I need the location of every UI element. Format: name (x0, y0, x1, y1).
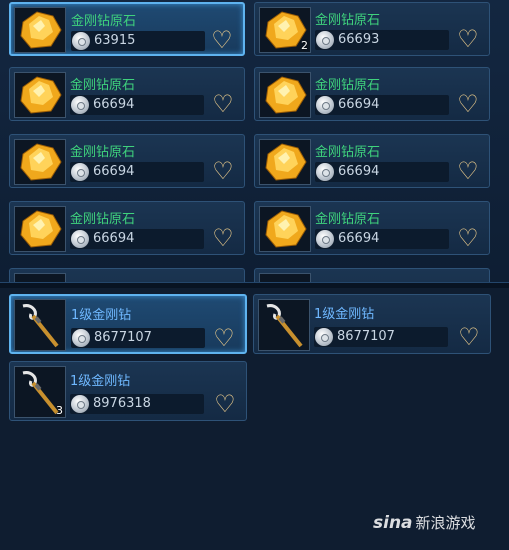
golden-ore-icon (20, 210, 62, 248)
heart-icon[interactable]: ♡ (209, 28, 235, 52)
price-bar: 66694 (315, 95, 449, 115)
ore-item-card[interactable]: 金刚钻原石 66694 ♡ (9, 134, 245, 188)
item-price: 66694 (338, 97, 380, 112)
golden-ore-icon (265, 76, 307, 114)
silver-coin-icon (316, 163, 334, 181)
item-price: 66694 (338, 164, 380, 179)
ore-thumbnail: 2 (259, 7, 311, 53)
heart-icon[interactable]: ♡ (210, 92, 236, 116)
golden-ore-icon (265, 143, 307, 181)
item-name: 1级金刚钻 (71, 308, 132, 323)
silver-coin-icon (71, 230, 89, 248)
heart-icon[interactable]: ♡ (455, 226, 481, 250)
drill-icon (266, 304, 303, 348)
price-bar: 66694 (70, 95, 204, 115)
heart-icon[interactable]: ♡ (210, 159, 236, 183)
item-name: 1级金刚钻 (314, 307, 375, 322)
ore-item-card[interactable]: 金刚钻原石 63915 ♡ (9, 2, 245, 56)
price-bar: 8677107 (71, 328, 205, 348)
ore-thumbnail (259, 139, 311, 185)
item-price: 66694 (93, 231, 135, 246)
ore-item-card-partial[interactable] (9, 268, 245, 282)
silver-coin-icon (72, 329, 90, 347)
silver-coin-icon (71, 395, 89, 413)
price-bar: 63915 (71, 31, 205, 51)
ore-item-list: 金刚钻原石 63915 ♡ 2 金刚钻原石 66693 ♡ 金刚钻原石 6669… (0, 0, 509, 282)
drill-thumbnail (14, 299, 66, 351)
ore-thumbnail (14, 206, 66, 252)
item-price: 66694 (338, 231, 380, 246)
item-price: 8677107 (94, 330, 152, 345)
ore-item-card[interactable]: 金刚钻原石 66694 ♡ (254, 201, 490, 255)
item-name: 金刚钻原石 (71, 14, 137, 29)
price-bar: 66694 (315, 162, 449, 182)
heart-icon[interactable]: ♡ (455, 92, 481, 116)
drill-item-card[interactable]: 1级金刚钻 8677107 ♡ (253, 294, 491, 354)
heart-icon[interactable]: ♡ (212, 392, 238, 416)
item-price: 66693 (338, 32, 380, 47)
item-price: 8976318 (93, 396, 151, 411)
silver-coin-icon (71, 96, 89, 114)
stack-count: 2 (301, 39, 308, 52)
heart-icon[interactable]: ♡ (455, 27, 481, 51)
stack-count: 3 (56, 404, 63, 417)
item-name: 金刚钻原石 (315, 145, 381, 160)
silver-coin-icon (316, 96, 334, 114)
golden-ore-icon (265, 210, 307, 248)
heart-icon[interactable]: ♡ (210, 226, 236, 250)
ore-thumbnail (259, 206, 311, 252)
golden-ore-icon (20, 76, 62, 114)
ore-item-card-partial[interactable] (254, 268, 490, 282)
item-name: 金刚钻原石 (70, 145, 136, 160)
ore-thumbnail (14, 139, 66, 185)
item-price: 66694 (93, 97, 135, 112)
silver-coin-icon (72, 32, 90, 50)
ore-thumbnail (14, 7, 66, 53)
drill-item-card[interactable]: 3 1级金刚钻 8976318 ♡ (9, 361, 247, 421)
ore-item-card[interactable]: 金刚钻原石 66694 ♡ (9, 201, 245, 255)
sina-logo: sina (373, 513, 413, 533)
price-bar: 66694 (315, 229, 449, 249)
price-bar: 8976318 (70, 394, 204, 414)
heart-icon[interactable]: ♡ (456, 325, 482, 349)
drill-item-list: 1级金刚钻 8677107 ♡ 1级金刚钻 8677107 ♡ 3 1级金刚钻 … (0, 288, 509, 550)
heart-icon[interactable]: ♡ (211, 326, 237, 350)
item-name: 金刚钻原石 (315, 212, 381, 227)
silver-coin-icon (316, 230, 334, 248)
golden-ore-icon (20, 11, 62, 49)
silver-coin-icon (71, 163, 89, 181)
sina-watermark: sina 新浪游戏 (373, 512, 476, 533)
price-bar: 66694 (70, 162, 204, 182)
price-bar: 8677107 (314, 327, 448, 347)
item-price: 66694 (93, 164, 135, 179)
ore-thumbnail (259, 273, 311, 282)
drill-thumbnail (258, 299, 310, 351)
drill-thumbnail: 3 (14, 366, 66, 418)
ore-thumbnail (14, 72, 66, 118)
item-price: 8677107 (337, 329, 395, 344)
item-name: 金刚钻原石 (315, 13, 381, 28)
silver-coin-icon (316, 31, 334, 49)
watermark-text: 新浪游戏 (415, 514, 476, 532)
item-price: 63915 (94, 33, 136, 48)
drill-icon (22, 304, 59, 348)
silver-coin-icon (315, 328, 333, 346)
heart-icon[interactable]: ♡ (455, 159, 481, 183)
ore-thumbnail (259, 72, 311, 118)
golden-ore-icon (20, 143, 62, 181)
ore-item-card[interactable]: 2 金刚钻原石 66693 ♡ (254, 2, 490, 56)
price-bar: 66694 (70, 229, 204, 249)
drill-item-card[interactable]: 1级金刚钻 8677107 ♡ (9, 294, 247, 354)
price-bar: 66693 (315, 30, 449, 50)
ore-item-card[interactable]: 金刚钻原石 66694 ♡ (254, 134, 490, 188)
ore-item-card[interactable]: 金刚钻原石 66694 ♡ (254, 67, 490, 121)
item-name: 1级金刚钻 (70, 374, 131, 389)
item-name: 金刚钻原石 (70, 78, 136, 93)
item-name: 金刚钻原石 (70, 212, 136, 227)
ore-item-card[interactable]: 金刚钻原石 66694 ♡ (9, 67, 245, 121)
item-name: 金刚钻原石 (315, 78, 381, 93)
ore-thumbnail (14, 273, 66, 282)
